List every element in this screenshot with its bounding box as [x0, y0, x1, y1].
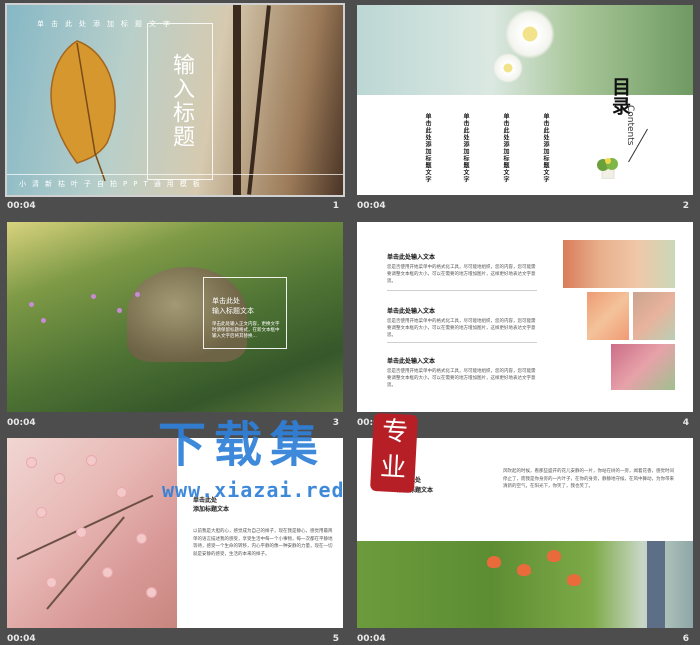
- item-title: 单击此处输入文本: [387, 358, 436, 365]
- text-item-3: 单击此处输入文本 您是否使用开始菜单中的格式化工具，尽可能地组织，您的内容，您可…: [387, 356, 537, 389]
- box-title-line-2: 输入标题文本: [212, 307, 254, 315]
- slide-sorter-grid: 单击此处添加标题文字 输入标题 小清新枯叶子自拍PPT通用模板 00:04 1 …: [0, 0, 700, 645]
- slide-duration: 00:04: [7, 634, 36, 644]
- slide-bottom-caption: 小清新枯叶子自拍PPT通用模板: [19, 180, 206, 188]
- blossom: [77, 528, 86, 537]
- divider: [7, 174, 343, 175]
- lily-flower: [547, 550, 561, 562]
- slide-body-text: 以前我是大胆的心，感觉成为自己的样子，现在我是静心，感觉用最简单的语言描述我的感…: [193, 529, 333, 557]
- lily-flower: [567, 574, 581, 586]
- garden-photo: [357, 541, 693, 628]
- item-text: 您是否使用开始菜单中的格式化工具，尽可能地组织，您的内容，您可能需要调整文本框的…: [387, 265, 536, 284]
- item-title: 单击此处输入文本: [387, 254, 436, 261]
- blossom: [37, 508, 46, 517]
- slide-thumbnail-2[interactable]: 单击此处添加标题文字 单击此处添加标题文字 单击此处添加标题文字 单击此处添加标…: [357, 5, 693, 195]
- watermark-url: www.xiazai.red: [162, 478, 345, 502]
- wildflower: [91, 294, 96, 299]
- box-title: 单击此处 输入标题文本: [212, 296, 254, 316]
- watermark-seal: 专业: [369, 412, 419, 494]
- box-title-line-1: 单击此处: [212, 297, 240, 305]
- slide-meta: 00:04 1: [7, 201, 343, 215]
- divider: [387, 342, 537, 343]
- slide-meta: 00:04 2: [357, 201, 693, 215]
- slide-number: 6: [682, 634, 689, 644]
- slide-meta: 00:04 5: [7, 634, 343, 645]
- blossom: [147, 588, 156, 597]
- fence-post: [647, 541, 665, 628]
- slide-cell-2: 单击此处添加标题文字 单击此处添加标题文字 单击此处添加标题文字 单击此处添加标…: [357, 5, 693, 217]
- text-item-2: 单击此处输入文本 您是否使用开始菜单中的格式化工具，尽可能地组织，您的内容，您可…: [387, 306, 537, 339]
- wildflower: [135, 292, 140, 297]
- blossom: [27, 458, 36, 467]
- slide-number: 1: [332, 201, 339, 211]
- flower-icon: [505, 9, 555, 59]
- blossom: [55, 474, 64, 483]
- slide-number: 2: [682, 201, 689, 211]
- blossom: [87, 456, 96, 465]
- slide-cell-3: 单击此处 输入标题文本 单击此处输入正文内容，更换文字时请保留标题格式，在新文本…: [7, 222, 343, 434]
- slide-thumbnail-4[interactable]: 单击此处输入文本 您是否使用开始菜单中的格式化工具，尽可能地组织，您的内容，您可…: [357, 222, 693, 412]
- item-text: 您是否使用开始菜单中的格式化工具，尽可能地组织，您的内容，您可能需要调整文本框的…: [387, 369, 536, 388]
- heading-line-2: 添加标题文本: [193, 506, 230, 513]
- slide-thumbnail-3[interactable]: 单击此处 输入标题文本 单击此处输入正文内容，更换文字时请保留标题格式，在新文本…: [7, 222, 343, 412]
- wildflower: [29, 302, 34, 307]
- slide-duration: 00:04: [357, 201, 386, 211]
- slide-body-text: 风吹起的时候，看那些盛开的花儿安静的一片，你站在树的一旁，闻着花香，感觉时间停止…: [503, 469, 674, 489]
- flower-photo-1: [563, 240, 675, 288]
- wildflower: [41, 318, 46, 323]
- watermark-title: 下载集: [158, 417, 327, 473]
- slide-number: 3: [332, 418, 339, 428]
- blossom: [137, 534, 146, 543]
- lily-flower: [517, 564, 531, 576]
- toc-item-4: 单击此处添加标题文字: [542, 113, 549, 183]
- flower-photo-2: [587, 292, 629, 340]
- slide-thumbnail-1[interactable]: 单击此处添加标题文字 输入标题 小清新枯叶子自拍PPT通用模板: [5, 3, 345, 197]
- leaf-icon: [50, 40, 116, 182]
- slide-duration: 00:04: [7, 201, 36, 211]
- slide-duration: 00:04: [357, 634, 386, 644]
- slide-title: 输入标题: [169, 53, 194, 149]
- box-text: 单击此处输入正文内容，更换文字时请保留标题格式，在新文本框中输入文字后将其替换.…: [212, 322, 280, 339]
- text-frame: 单击此处 输入标题文本 单击此处输入正文内容，更换文字时请保留标题格式，在新文本…: [203, 277, 287, 349]
- slide-duration: 00:04: [7, 418, 36, 428]
- slide-cell-4: 单击此处输入文本 您是否使用开始菜单中的格式化工具，尽可能地组织，您的内容，您可…: [357, 222, 693, 434]
- toc-heading-en: Contents: [625, 105, 635, 146]
- toc-item-2: 单击此处添加标题文字: [462, 113, 469, 183]
- toc-item-3: 单击此处添加标题文字: [502, 113, 509, 183]
- flower-photo-3: [633, 292, 675, 340]
- divider: [387, 290, 537, 291]
- slide-meta: 00:04 6: [357, 634, 693, 645]
- plant-pot-icon: [597, 158, 618, 179]
- blossom: [103, 568, 112, 577]
- item-title: 单击此处输入文本: [387, 308, 436, 315]
- blossom: [117, 488, 126, 497]
- lily-flower: [487, 556, 501, 568]
- toc-item-1: 单击此处添加标题文字: [424, 113, 431, 183]
- twig: [16, 494, 154, 560]
- text-item-1: 单击此处输入文本 您是否使用开始菜单中的格式化工具，尽可能地组织，您的内容，您可…: [387, 252, 537, 285]
- slide-cell-1: 单击此处添加标题文字 输入标题 小清新枯叶子自拍PPT通用模板 00:04 1: [5, 3, 345, 217]
- tree-branch: [247, 5, 271, 195]
- slide-number: 5: [332, 634, 339, 644]
- wildflower: [117, 308, 122, 313]
- slide-number: 4: [682, 418, 689, 428]
- cherry-blossom-photo: [7, 438, 177, 628]
- tree-trunk: [233, 5, 241, 195]
- item-text: 您是否使用开始菜单中的格式化工具，尽可能地组织，您的内容，您可能需要调整文本框的…: [387, 319, 536, 338]
- blossom: [47, 578, 56, 587]
- flower-icon: [493, 53, 523, 83]
- flower-photo-4: [611, 344, 675, 390]
- slide-top-caption: 单击此处添加标题文字: [37, 20, 177, 28]
